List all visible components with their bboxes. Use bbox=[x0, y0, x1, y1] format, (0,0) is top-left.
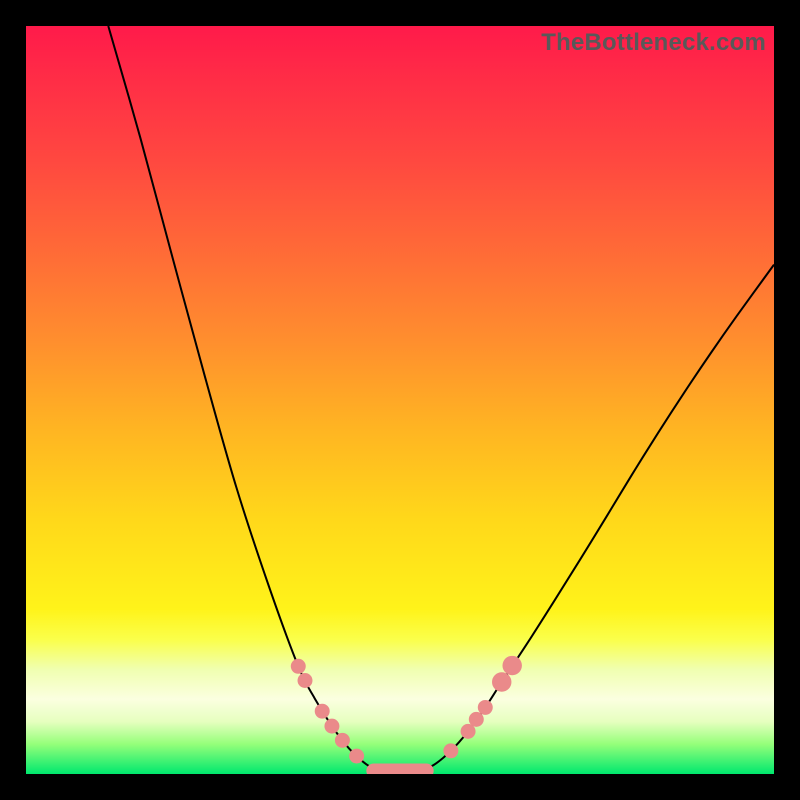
chart-frame: TheBottleneck.com bbox=[0, 0, 800, 800]
accent-dot bbox=[335, 733, 350, 748]
accent-dot bbox=[298, 673, 313, 688]
accent-dot bbox=[469, 712, 484, 727]
left-curve-path bbox=[108, 26, 400, 774]
accent-markers bbox=[291, 656, 522, 774]
accent-dot bbox=[502, 656, 521, 675]
chart-plot-area: TheBottleneck.com bbox=[26, 26, 774, 774]
right-curve-path bbox=[400, 265, 774, 774]
valley-segment bbox=[366, 764, 433, 774]
accent-dot bbox=[492, 672, 511, 691]
accent-dot bbox=[349, 749, 364, 764]
accent-dot bbox=[291, 659, 306, 674]
accent-dot bbox=[324, 719, 339, 734]
accent-dot bbox=[315, 704, 330, 719]
accent-dot bbox=[443, 743, 458, 758]
chart-svg bbox=[26, 26, 774, 774]
accent-dot bbox=[478, 700, 493, 715]
